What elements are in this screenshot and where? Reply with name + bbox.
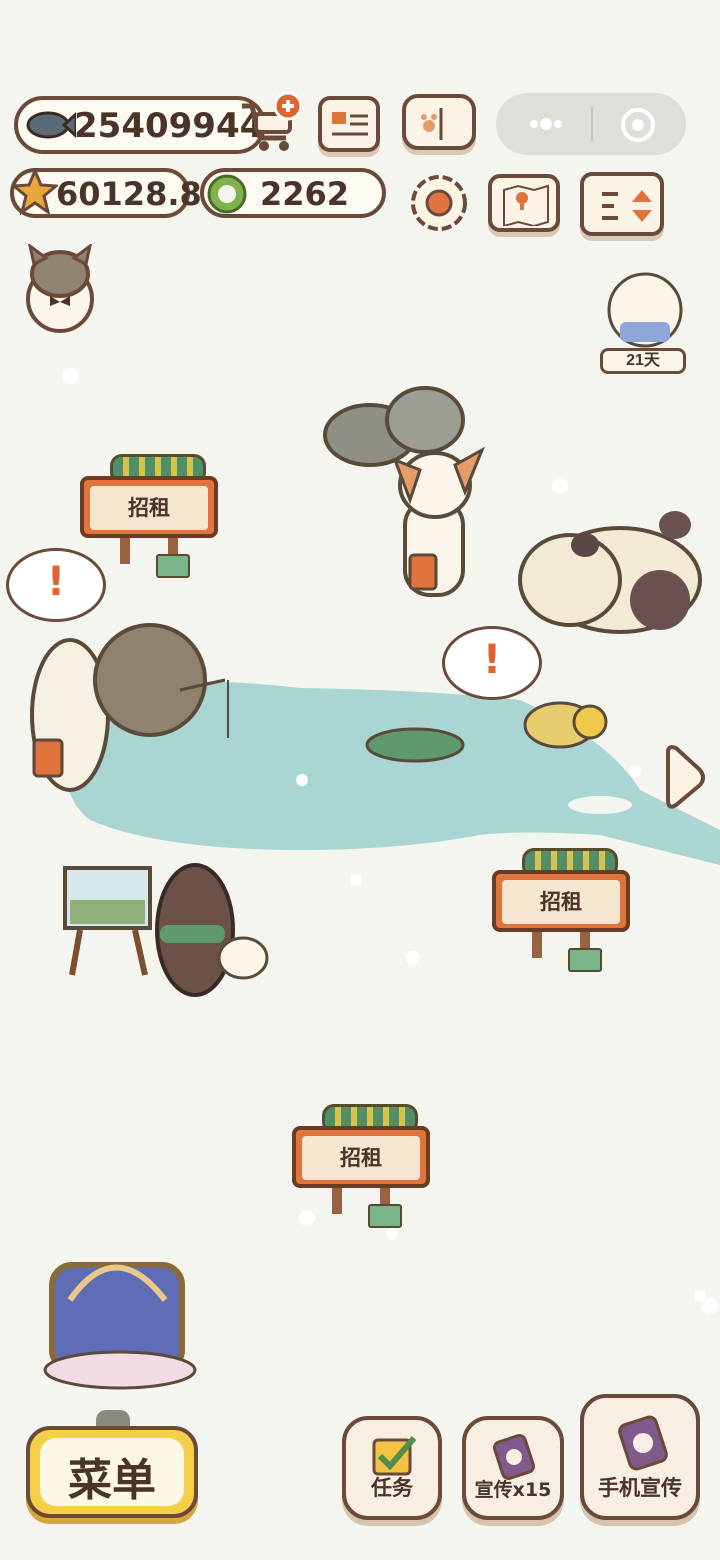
- basket: [523, 701, 608, 749]
- rent-sign-label: 招租: [128, 496, 170, 520]
- menu-button[interactable]: 菜单: [26, 1410, 198, 1520]
- newspaper-button[interactable]: [318, 96, 380, 152]
- rent-sign-2[interactable]: 招租: [486, 840, 636, 972]
- coin-count: 2262: [260, 175, 350, 213]
- phone-promo-label: 手机宣传: [598, 1476, 682, 1500]
- settings-button[interactable]: [408, 172, 470, 234]
- promo-label: 宣传x15: [474, 1479, 552, 1501]
- corgi-character: [392, 446, 485, 597]
- paw-book-icon: [421, 108, 443, 140]
- rent-sign-label: 招租: [340, 1146, 382, 1170]
- panda-character: [518, 511, 702, 634]
- promo-phone-icon: [492, 1434, 536, 1480]
- exclamation-icon: !: [46, 559, 66, 605]
- more-dots-icon[interactable]: [522, 111, 570, 137]
- rent-sign-1[interactable]: 招租: [74, 446, 224, 578]
- fish-icon: [24, 106, 78, 144]
- cart-plus-icon[interactable]: [236, 90, 303, 154]
- exclamation-icon: !: [482, 637, 502, 683]
- star-count: 60128.8: [56, 175, 202, 213]
- dragon-boat: [365, 727, 465, 763]
- coin-icon: [206, 173, 248, 215]
- scene-arrow[interactable]: [666, 745, 705, 809]
- alert-bubble[interactable]: !: [6, 548, 106, 622]
- fish-currency-pill: 25409944: [14, 96, 266, 154]
- princess-cat-character: [607, 272, 683, 348]
- easel-painting: [63, 866, 152, 976]
- coin-currency-pill: 2262: [200, 168, 386, 218]
- paw-book-button[interactable]: [402, 94, 476, 150]
- rock: [385, 386, 465, 454]
- ice-patch: [568, 796, 632, 814]
- sort-icon: [602, 190, 652, 222]
- alert-bubble[interactable]: !: [442, 626, 542, 700]
- gear-icon: [411, 175, 467, 231]
- tasks-button[interactable]: 任务: [342, 1416, 442, 1520]
- anteater-character: [155, 863, 269, 997]
- phone-promo-icon: [618, 1415, 668, 1471]
- tasks-label: 任务: [371, 1476, 413, 1500]
- newspaper-icon: [332, 112, 368, 136]
- capsule-divider: [591, 107, 593, 141]
- sort-button[interactable]: [580, 172, 664, 236]
- target-close-icon[interactable]: [618, 105, 658, 145]
- map-icon: [503, 184, 549, 226]
- moon-shrine: [43, 1262, 197, 1390]
- promo-button[interactable]: 宣传x15: [462, 1416, 564, 1520]
- menu-label: 菜单: [68, 1455, 156, 1506]
- event-days-badge[interactable]: 21天: [600, 348, 686, 374]
- fish-count: 25409944: [74, 106, 264, 146]
- rent-sign-label: 招租: [540, 890, 582, 914]
- star-icon: [10, 167, 60, 216]
- miniprogram-capsule: [496, 93, 686, 155]
- avatar[interactable]: [20, 242, 100, 334]
- map-button[interactable]: [488, 174, 560, 232]
- star-currency-pill: 60128.8: [10, 167, 202, 218]
- rent-sign-3[interactable]: 招租: [286, 1096, 436, 1228]
- phone-promo-button[interactable]: 手机宣传: [580, 1394, 700, 1520]
